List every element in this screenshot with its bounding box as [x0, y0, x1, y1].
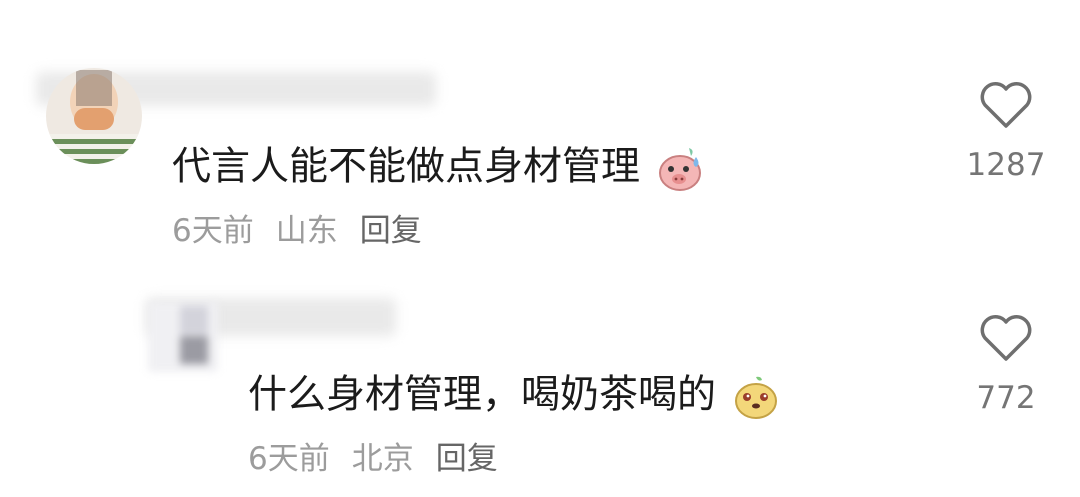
reply-button[interactable]: 回复 — [436, 441, 498, 477]
reply-button[interactable]: 回复 — [360, 213, 422, 249]
comment-item: 代言人能不能做点身材管理 6天前 山东 回复 1287 — [0, 0, 1080, 270]
mango-smile-emoji-icon — [735, 376, 778, 419]
like-button[interactable]: 1287 — [951, 80, 1061, 190]
reply-location: 北京 — [351, 441, 414, 477]
comment-location: 山东 — [275, 213, 338, 249]
like-button[interactable]: 772 — [951, 313, 1061, 423]
reply-meta: 6天前 北京 回复 — [248, 444, 498, 475]
reply-time: 6天前 — [248, 441, 330, 477]
like-count: 1287 — [966, 147, 1046, 183]
comment-text: 代言人能不能做点身材管理 — [172, 145, 704, 193]
reply-text: 什么身材管理，喝奶茶喝的 — [248, 373, 780, 421]
avatar[interactable] — [46, 68, 142, 164]
comment-time: 6天前 — [172, 213, 254, 249]
reply-body: 什么身材管理，喝奶茶喝的 — [248, 372, 717, 418]
heart-icon — [980, 315, 1032, 361]
pig-sweat-emoji-icon — [659, 148, 702, 191]
comment-meta: 6天前 山东 回复 — [172, 216, 422, 247]
like-count: 772 — [976, 380, 1036, 416]
reply-item: 什么身材管理，喝奶茶喝的 6天前 北京 回复 772 — [0, 280, 1080, 497]
comment-body: 代言人能不能做点身材管理 — [172, 144, 641, 190]
reply-avatar[interactable] — [148, 302, 218, 372]
heart-icon — [980, 82, 1032, 128]
